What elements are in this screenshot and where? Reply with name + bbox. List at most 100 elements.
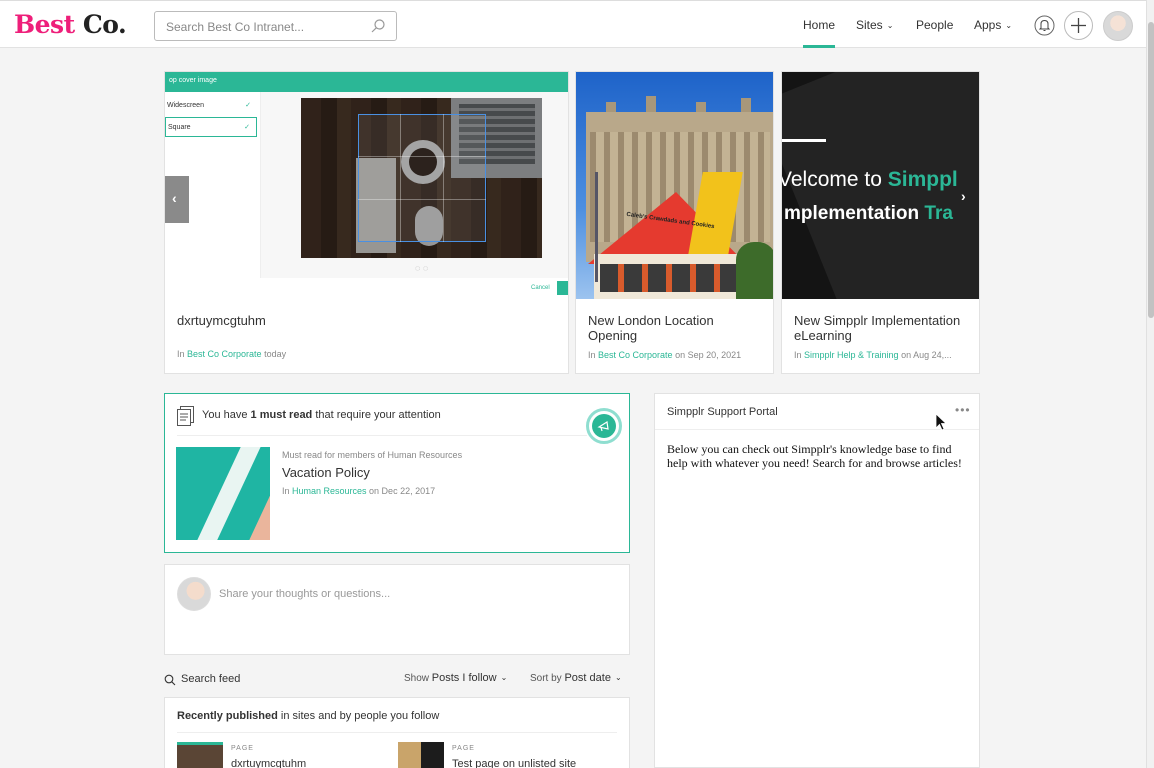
meta-date: on Aug 24,...	[898, 350, 952, 360]
meta-prefix: In	[177, 349, 188, 359]
card-image-cover-editor: op cover image Widescreen ✓ Square ✓ ◌ ◌ C…	[165, 72, 568, 299]
welcome-line1: Velcome to Simppl	[782, 168, 958, 192]
nav-sites[interactable]: Sites ⌄	[856, 18, 893, 32]
bell-icon[interactable]	[1034, 15, 1055, 36]
nav-people[interactable]: People	[916, 18, 953, 32]
logo-text-best: Best	[14, 10, 75, 39]
crop-cancel-label: Cancel	[531, 285, 550, 291]
recent-item-thumbnail[interactable]	[177, 742, 223, 768]
must-read-suffix: that require your attention	[312, 409, 441, 421]
crop-dialog-title: op cover image	[169, 77, 217, 84]
plus-icon	[1071, 18, 1086, 33]
sort-label: Sort by	[530, 673, 565, 684]
welcome-brand: Tra	[924, 203, 953, 224]
must-read-panel: You have 1 must read that require your a…	[164, 393, 630, 553]
card-title[interactable]: dxrtuymcgtuhm	[177, 313, 266, 328]
composer-avatar	[177, 577, 211, 611]
widget-body: Below you can check out Simpplr's knowle…	[667, 442, 962, 470]
sort-value: Post date	[564, 672, 611, 684]
megaphone-icon	[597, 421, 609, 432]
site-link[interactable]: Human Resources	[292, 486, 367, 496]
chevron-down-icon: ⌄	[614, 673, 622, 682]
carousel-card-3[interactable]: Velcome to Simppl mplementation Tra › Ne…	[781, 71, 980, 374]
meta-prefix: In	[588, 350, 599, 360]
must-read-title[interactable]: Vacation Policy	[282, 465, 370, 480]
recently-published-panel: Recently published in sites and by peopl…	[164, 697, 630, 768]
sort-dropdown[interactable]: Sort by Post date ⌄	[530, 672, 622, 684]
card-meta: In Best Co Corporate today	[177, 349, 286, 359]
desk-photo	[301, 98, 542, 258]
carousel-card-2[interactable]: Caleb's Crawdads and Cookies New London …	[575, 71, 774, 374]
crop-option-square: Square ✓	[165, 117, 257, 137]
top-header: Best Co. Search Best Co Intranet... Home…	[0, 0, 1146, 48]
rotate-icon: ◌ ◌	[415, 263, 429, 273]
meta-date: on Sep 20, 2021	[672, 350, 742, 360]
megaphone-badge	[586, 408, 622, 444]
crop-dialog-header: op cover image	[165, 72, 568, 92]
crop-option-label: Widescreen	[167, 102, 204, 109]
crop-apply-button	[557, 281, 568, 295]
card-title-line2: eLearning	[794, 328, 852, 343]
support-portal-widget: Simpplr Support Portal ••• Below you can…	[654, 393, 980, 768]
welcome-line2: mplementation Tra	[784, 203, 953, 225]
site-link[interactable]: Best Co Corporate	[187, 349, 262, 359]
carousel-card-1[interactable]: op cover image Widescreen ✓ Square ✓ ◌ ◌ C…	[164, 71, 569, 374]
chevron-down-icon: ⌄	[886, 21, 894, 30]
user-avatar[interactable]	[1103, 11, 1133, 41]
recent-heading-bold: Recently published	[177, 710, 278, 722]
nav-home[interactable]: Home	[803, 18, 835, 32]
site-link[interactable]: Best Co Corporate	[598, 350, 673, 360]
mouse-cursor-icon	[935, 413, 947, 431]
more-options-icon[interactable]: •••	[955, 403, 971, 417]
check-icon: ✓	[245, 102, 251, 109]
create-button[interactable]	[1064, 11, 1093, 40]
recent-item-title[interactable]: dxrtuymcgtuhm	[231, 758, 306, 768]
welcome-brand: Simppl	[887, 168, 958, 191]
recent-item-thumbnail[interactable]	[398, 742, 444, 768]
scrollbar-thumb[interactable]	[1148, 22, 1154, 318]
meta-prefix: In	[282, 486, 293, 496]
check-icon: ✓	[244, 124, 250, 131]
recent-heading: Recently published in sites and by peopl…	[177, 710, 439, 722]
recent-item-title[interactable]: Test page on unlisted site	[452, 758, 576, 768]
meta-date: on Dec 22, 2017	[366, 486, 436, 496]
carousel-prev-button[interactable]: ‹	[165, 176, 189, 223]
card-meta: In Simpplr Help & Training on Aug 24,...	[794, 350, 952, 360]
show-label: Show	[404, 673, 432, 684]
nav-apps[interactable]: Apps ⌄	[974, 18, 1012, 32]
site-link[interactable]: Simpplr Help & Training	[804, 350, 899, 360]
chevron-down-icon: ⌄	[500, 673, 508, 682]
card-title[interactable]: New Simpplr Implementation eLearning	[794, 313, 960, 343]
search-placeholder: Search Best Co Intranet...	[166, 20, 305, 34]
chevron-down-icon: ⌄	[1005, 21, 1013, 30]
meta-date: today	[261, 349, 287, 359]
must-read-prefix: You have	[202, 409, 251, 421]
page-scrollbar[interactable]	[1146, 0, 1154, 768]
card-title-line1: New London Location	[588, 313, 714, 328]
show-filter-dropdown[interactable]: Show Posts I follow ⌄	[404, 672, 507, 684]
card-meta: In Best Co Corporate on Sep 20, 2021	[588, 350, 741, 360]
chevron-left-icon: ‹	[172, 190, 177, 206]
card-image-welcome: Velcome to Simppl mplementation Tra ›	[782, 72, 979, 299]
carousel-next-button[interactable]: ›	[961, 188, 966, 204]
recent-heading-rest: in sites and by people you follow	[277, 710, 440, 722]
nav-apps-label: Apps	[974, 18, 1002, 32]
logo-text-co: Co.	[82, 10, 127, 39]
company-logo[interactable]: Best Co.	[14, 10, 127, 39]
welcome-text: Velcome to	[782, 168, 888, 191]
must-read-heading: You have 1 must read that require your a…	[202, 409, 441, 421]
global-search-input[interactable]: Search Best Co Intranet...	[154, 11, 397, 41]
search-icon[interactable]	[370, 18, 386, 34]
composer-input[interactable]: Share your thoughts or questions...	[219, 588, 390, 600]
vacation-policy-thumbnail[interactable]	[176, 447, 270, 540]
recent-item-type: PAGE	[452, 745, 475, 752]
search-icon[interactable]	[164, 674, 176, 686]
card-title-line2: Opening	[588, 328, 638, 343]
must-read-subtitle: Must read for members of Human Resources	[282, 450, 463, 460]
must-read-count: 1 must read	[250, 409, 313, 421]
post-composer[interactable]: Share your thoughts or questions...	[164, 564, 630, 655]
widget-title: Simpplr Support Portal	[667, 406, 778, 418]
card-title[interactable]: New London Location Opening	[588, 313, 714, 343]
search-feed-link[interactable]: Search feed	[181, 673, 240, 685]
must-read-meta: In Human Resources on Dec 22, 2017	[282, 486, 435, 496]
